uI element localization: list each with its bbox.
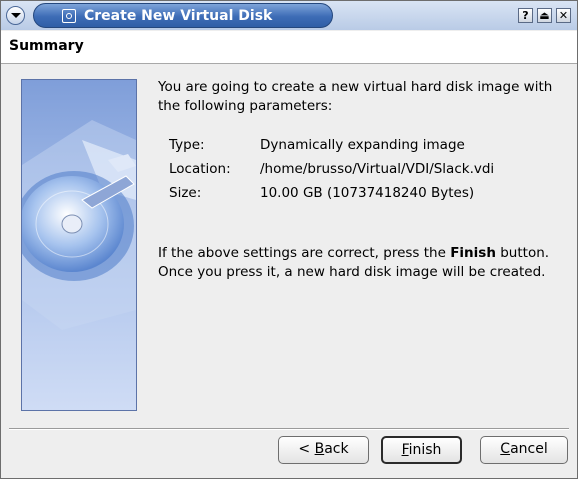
back-mnemonic: B bbox=[314, 441, 325, 457]
param-size-label: Size: bbox=[169, 185, 202, 201]
note-finish-word: Finish bbox=[450, 245, 496, 261]
page-header: Summary bbox=[1, 31, 577, 64]
param-type-label: Type: bbox=[169, 137, 205, 153]
finish-button[interactable]: Finish bbox=[381, 436, 462, 464]
param-type-value: Dynamically expanding image bbox=[260, 137, 465, 153]
window-menu-button[interactable] bbox=[6, 6, 25, 25]
summary-intro: You are going to create a new virtual ha… bbox=[158, 79, 553, 114]
finish-mnemonic: F bbox=[401, 442, 409, 458]
hard-disk-icon bbox=[22, 120, 136, 330]
page-title: Summary bbox=[9, 38, 84, 54]
cancel-rest: ancel bbox=[510, 441, 548, 457]
dialog-window: Create New Virtual Disk ? ⏏ ✕ Summary Yo… bbox=[0, 0, 578, 479]
confirmation-note: If the above settings are correct, press… bbox=[158, 244, 568, 282]
chevron-down-icon bbox=[11, 13, 21, 18]
note-prefix: If the above settings are correct, press… bbox=[158, 245, 451, 261]
param-location-label: Location: bbox=[169, 161, 231, 177]
cancel-button[interactable]: Cancel bbox=[480, 436, 568, 464]
close-button[interactable]: ✕ bbox=[556, 8, 571, 23]
shade-button[interactable]: ⏏ bbox=[537, 8, 552, 23]
help-button[interactable]: ? bbox=[518, 8, 533, 23]
finish-rest: inish bbox=[408, 442, 442, 458]
param-size-value: 10.00 GB (10737418240 Bytes) bbox=[260, 185, 475, 201]
button-separator bbox=[9, 428, 569, 430]
param-location-value: /home/brusso/Virtual/VDI/Slack.vdi bbox=[260, 161, 495, 177]
cancel-mnemonic: C bbox=[500, 441, 511, 457]
window-title: Create New Virtual Disk bbox=[84, 8, 273, 24]
back-rest: ack bbox=[324, 441, 349, 457]
title-pill: Create New Virtual Disk bbox=[33, 3, 333, 28]
title-bar[interactable]: Create New Virtual Disk ? ⏏ ✕ bbox=[1, 1, 577, 30]
app-icon bbox=[62, 9, 76, 23]
back-button[interactable]: < Back bbox=[278, 436, 369, 464]
back-prefix: < bbox=[298, 441, 315, 457]
title-bar-controls: ? ⏏ ✕ bbox=[518, 8, 571, 23]
hard-disk-illustration bbox=[21, 79, 137, 411]
